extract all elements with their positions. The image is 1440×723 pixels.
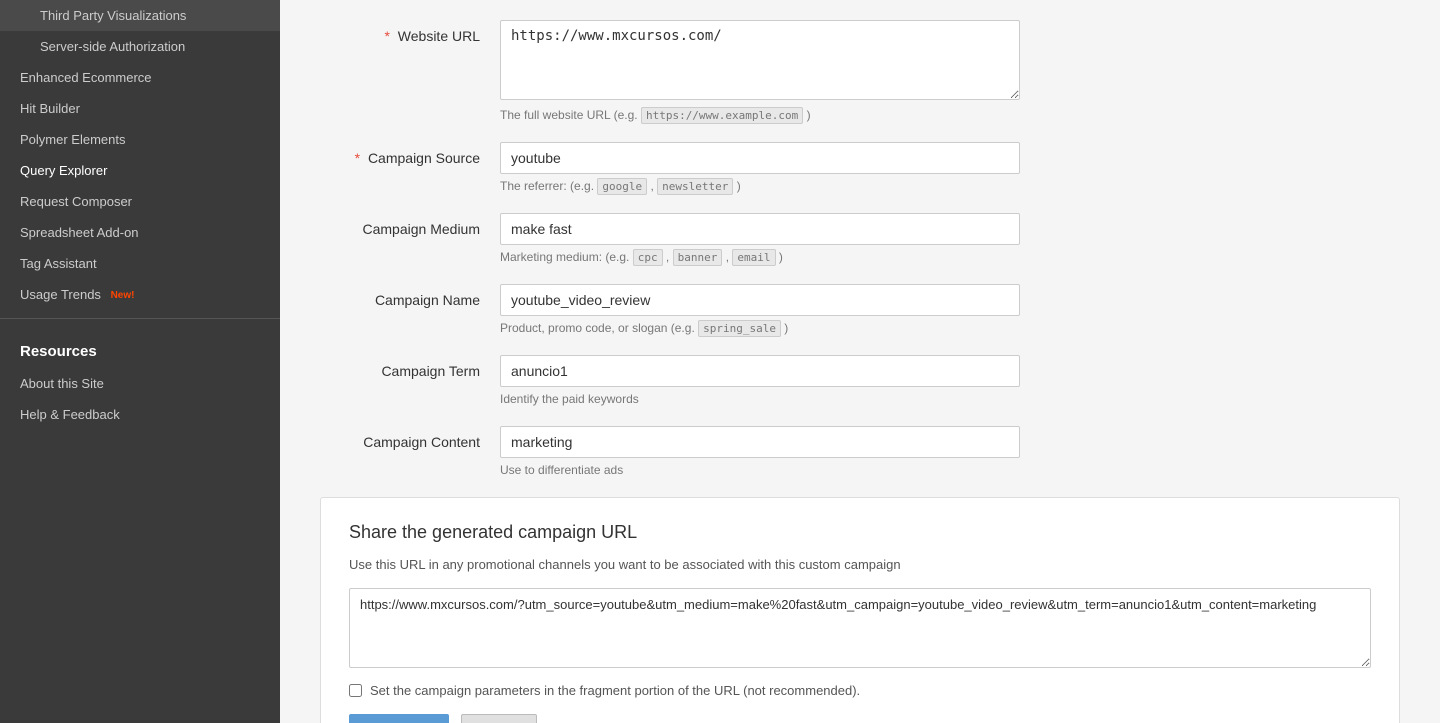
sidebar-item-help[interactable]: Help & Feedback [0, 399, 280, 430]
campaign-name-help: Product, promo code, or slogan (e.g. spr… [500, 321, 1020, 335]
share-title: Share the generated campaign URL [349, 522, 1371, 543]
campaign-source-field: The referrer: (e.g. google , newsletter … [500, 142, 1020, 193]
fragment-checkbox-label: Set the campaign parameters in the fragm… [370, 683, 860, 698]
generated-url-textarea[interactable]: https://www.mxcursos.com/?utm_source=you… [349, 588, 1371, 668]
campaign-name-row: Campaign Name Product, promo code, or sl… [320, 284, 1400, 335]
campaign-medium-field: Marketing medium: (e.g. cpc , banner , e… [500, 213, 1020, 264]
campaign-source-input[interactable] [500, 142, 1020, 174]
website-url-input[interactable]: https://www.mxcursos.com/ [500, 20, 1020, 100]
campaign-term-field: Identify the paid keywords [500, 355, 1020, 406]
reset-button[interactable]: Reset [461, 714, 537, 723]
sidebar: Third Party Visualizations Server-side A… [0, 0, 280, 723]
sidebar-item-spreadsheet-addon[interactable]: Spreadsheet Add-on [0, 217, 280, 248]
campaign-source-help: The referrer: (e.g. google , newsletter … [500, 179, 1020, 193]
campaign-content-help: Use to differentiate ads [500, 463, 1020, 477]
main-content: * Website URL https://www.mxcursos.com/ … [280, 0, 1440, 723]
campaign-name-label: Campaign Name [320, 284, 500, 308]
sidebar-divider [0, 318, 280, 319]
share-description: Use this URL in any promotional channels… [349, 557, 1371, 572]
sidebar-item-query-explorer[interactable]: Query Explorer [0, 155, 280, 186]
sidebar-item-polymer-elements[interactable]: Polymer Elements [0, 124, 280, 155]
medium-code2: banner [673, 249, 723, 266]
campaign-source-label: * Campaign Source [320, 142, 500, 166]
campaign-name-field: Product, promo code, or slogan (e.g. spr… [500, 284, 1020, 335]
campaign-medium-input[interactable] [500, 213, 1020, 245]
resources-section-title: Resources [0, 327, 280, 368]
new-badge: New! [111, 290, 135, 301]
website-url-field: https://www.mxcursos.com/ The full websi… [500, 20, 1020, 122]
campaign-content-input[interactable] [500, 426, 1020, 458]
share-box: Share the generated campaign URL Use thi… [320, 497, 1400, 723]
campaign-term-help: Identify the paid keywords [500, 392, 1020, 406]
sidebar-item-server-auth[interactable]: Server-side Authorization [0, 31, 280, 62]
campaign-medium-row: Campaign Medium Marketing medium: (e.g. … [320, 213, 1400, 264]
required-star-source: * [355, 150, 360, 166]
sidebar-item-request-composer[interactable]: Request Composer [0, 186, 280, 217]
sidebar-item-third-party[interactable]: Third Party Visualizations [0, 0, 280, 31]
campaign-medium-label: Campaign Medium [320, 213, 500, 237]
source-code1: google [597, 178, 647, 195]
sidebar-item-hit-builder[interactable]: Hit Builder [0, 93, 280, 124]
campaign-term-input[interactable] [500, 355, 1020, 387]
sidebar-item-usage-trends[interactable]: Usage Trends New! [0, 279, 280, 310]
required-star: * [384, 28, 389, 44]
campaign-medium-help: Marketing medium: (e.g. cpc , banner , e… [500, 250, 1020, 264]
campaign-content-row: Campaign Content Use to differentiate ad… [320, 426, 1400, 477]
campaign-source-row: * Campaign Source The referrer: (e.g. go… [320, 142, 1400, 193]
campaign-content-label: Campaign Content [320, 426, 500, 450]
campaign-content-field: Use to differentiate ads [500, 426, 1020, 477]
copy-url-button[interactable]: Copy URL [349, 714, 449, 723]
sidebar-item-about[interactable]: About this Site [0, 368, 280, 399]
fragment-checkbox[interactable] [349, 684, 362, 697]
campaign-term-row: Campaign Term Identify the paid keywords [320, 355, 1400, 406]
button-row: Copy URL Reset [349, 714, 1371, 723]
sidebar-item-enhanced-ecommerce[interactable]: Enhanced Ecommerce [0, 62, 280, 93]
campaign-term-label: Campaign Term [320, 355, 500, 379]
website-url-help: The full website URL (e.g. https://www.e… [500, 108, 1020, 122]
sidebar-item-tag-assistant[interactable]: Tag Assistant [0, 248, 280, 279]
website-url-label: * Website URL [320, 20, 500, 44]
website-url-row: * Website URL https://www.mxcursos.com/ … [320, 20, 1400, 122]
name-code: spring_sale [698, 320, 781, 337]
medium-code3: email [732, 249, 775, 266]
source-code2: newsletter [657, 178, 733, 195]
fragment-checkbox-row: Set the campaign parameters in the fragm… [349, 683, 1371, 698]
medium-code1: cpc [633, 249, 663, 266]
campaign-name-input[interactable] [500, 284, 1020, 316]
website-url-code: https://www.example.com [641, 107, 803, 124]
